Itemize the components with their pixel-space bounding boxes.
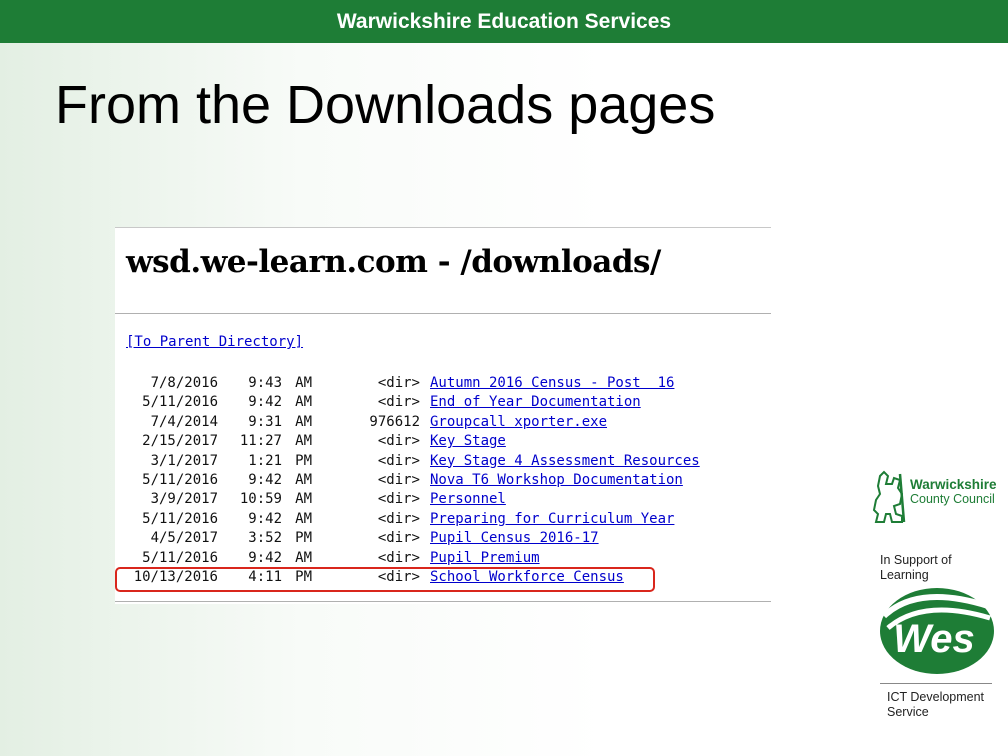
row-date: 7/8/2016 — [150, 375, 218, 391]
council-name-line1: Warwickshire — [910, 477, 997, 492]
row-ampm: AM — [295, 394, 312, 411]
row-ampm: AM — [295, 413, 312, 430]
table-row: 7/8/2016 9:43 AM <dir> Autumn 2016 Census - … — [126, 374, 766, 393]
file-link[interactable]: Key Stage 4 Assessment Resources — [430, 452, 700, 471]
row-date: 3/1/2017 — [150, 452, 218, 469]
table-row: 5/11/2016 9:42 AM <dir> End of Year Document… — [126, 393, 766, 412]
wes-logo-icon: Wes — [880, 588, 994, 674]
row-size: <dir> — [377, 375, 420, 391]
row-ampm: AM — [295, 471, 312, 488]
row-size: <dir> — [377, 394, 420, 411]
support-text: In Support of Learning — [880, 553, 952, 582]
table-row: 5/11/2016 9:42 AM <dir> Pupil Premium — [126, 549, 766, 568]
file-link[interactable]: Autumn 2016 Census - Post 16 — [430, 374, 674, 393]
row-time: 9:42 — [248, 510, 282, 527]
table-row: 3/9/2017 10:59 AM <dir> Personnel — [126, 490, 766, 509]
row-date: 7/4/2014 — [150, 413, 218, 430]
file-link[interactable]: Preparing for Curriculum Year — [430, 510, 674, 529]
row-size: <dir> — [377, 452, 420, 469]
row-ampm: AM — [295, 433, 312, 450]
file-link[interactable]: Nova T6 Workshop Documentation — [430, 471, 683, 490]
highlight-box — [115, 567, 655, 592]
directory-listing-screenshot: wsd.we-learn.com - /downloads/ [To Paren… — [115, 227, 771, 604]
row-time: 10:59 — [239, 491, 282, 508]
parent-directory-link[interactable]: [To Parent Directory] — [126, 334, 303, 350]
row-ampm: AM — [295, 510, 312, 527]
bear-and-ragged-staff-icon — [872, 470, 906, 523]
row-size: <dir> — [377, 510, 420, 527]
row-date: 5/11/2016 — [142, 549, 218, 566]
row-date: 3/9/2017 — [150, 491, 218, 508]
row-ampm: PM — [295, 452, 312, 469]
row-ampm: AM — [295, 549, 312, 566]
row-size: <dir> — [377, 433, 420, 450]
row-ampm: AM — [295, 491, 312, 508]
row-time: 9:42 — [248, 394, 282, 411]
row-time: 9:31 — [248, 413, 282, 430]
row-date: 5/11/2016 — [142, 394, 218, 411]
row-date: 5/11/2016 — [142, 510, 218, 527]
file-link[interactable]: Groupcall xporter.exe — [430, 413, 607, 432]
row-date: 2/15/2017 — [142, 433, 218, 450]
row-time: 9:42 — [248, 549, 282, 566]
wes-logo: Wes — [878, 586, 996, 676]
row-size: <dir> — [377, 491, 420, 508]
row-date: 4/5/2017 — [150, 530, 218, 547]
divider — [115, 313, 771, 314]
row-size: <dir> — [377, 549, 420, 566]
table-row: 2/15/2017 11:27 AM <dir> Key Stage — [126, 432, 766, 451]
county-council-logo: Warwickshire County Council — [872, 470, 1004, 530]
row-size: <dir> — [377, 471, 420, 488]
wes-logo-text: Wes — [893, 617, 975, 661]
row-size: 976612 — [369, 413, 420, 430]
ict-service-text: ICT Development Service — [887, 690, 985, 719]
file-link[interactable]: End of Year Documentation — [430, 393, 641, 412]
file-link[interactable]: Pupil Premium — [430, 549, 540, 568]
header-banner: Warwickshire Education Services — [0, 0, 1008, 43]
row-time: 3:52 — [248, 530, 282, 547]
table-row: 4/5/2017 3:52 PM <dir> Pupil Census 2016-17 — [126, 529, 766, 548]
file-listing: 7/8/2016 9:43 AM <dir> Autumn 2016 Census - … — [126, 374, 766, 587]
banner-title: Warwickshire Education Services — [336, 10, 672, 33]
table-row: 7/4/2014 9:31 AM 976612 Groupcall xporter.ex… — [126, 413, 766, 432]
file-link[interactable]: Pupil Census 2016-17 — [430, 529, 599, 548]
row-ampm: AM — [295, 375, 312, 391]
divider — [115, 601, 771, 602]
table-row: 5/11/2016 9:42 AM <dir> Nova T6 Workshop Doc… — [126, 471, 766, 490]
council-name-line2: County Council — [910, 492, 995, 506]
table-row: 5/11/2016 9:42 AM <dir> Preparing for Curric… — [126, 510, 766, 529]
row-ampm: PM — [295, 530, 312, 547]
divider — [880, 683, 992, 684]
file-link[interactable]: Key Stage — [430, 432, 506, 451]
row-time: 9:43 — [248, 375, 282, 391]
directory-heading: wsd.we-learn.com - /downloads/ — [126, 244, 661, 280]
row-date: 5/11/2016 — [142, 471, 218, 488]
row-time: 11:27 — [239, 433, 282, 450]
file-link[interactable]: Personnel — [430, 490, 506, 509]
row-size: <dir> — [377, 530, 420, 547]
slide-title: From the Downloads pages — [55, 75, 716, 135]
row-time: 1:21 — [248, 452, 282, 469]
table-row: 3/1/2017 1:21 PM <dir> Key Stage 4 Assessmen… — [126, 452, 766, 471]
row-time: 9:42 — [248, 471, 282, 488]
